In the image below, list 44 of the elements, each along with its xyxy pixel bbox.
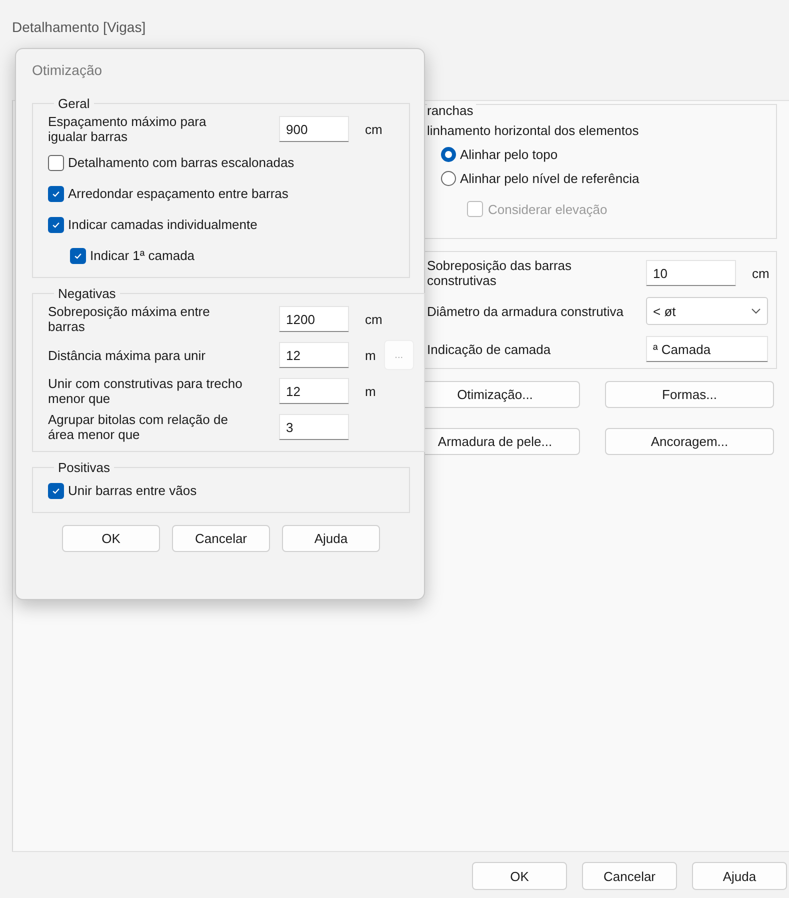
dialog-button[interactable]: OK [62,525,160,552]
field-label: Indicação de camada [427,342,552,356]
input-field[interactable]: 1200 [279,306,349,332]
input-field[interactable]: 900 [279,116,349,142]
field-label: Sobreposição das barras construtivas [427,258,573,288]
field-label: Unir com construtivas para trecho menor que [48,376,244,406]
dialog-button[interactable]: Cancelar [172,525,270,552]
dialog-title: Otimização [32,62,104,78]
footer-button[interactable]: OK [472,862,567,890]
field-label: Diâmetro da armadura construtiva [427,304,625,318]
field-label: Agrupar bitolas com relação de área menor que [48,412,229,442]
input-field[interactable]: 3 [279,414,349,440]
checkbox-label: Considerar elevação [488,202,608,216]
checkbox-label: Indicar 1ª camada [90,248,195,263]
radio-label: Alinhar pelo nível de referência [460,171,640,186]
group-title: ranchas [427,103,476,118]
checkbox-label: Detalhamento com barras escalonadas [68,155,294,170]
input-field[interactable]: 12 [279,342,349,368]
group-title: Negativas [57,286,117,301]
input-field[interactable]: 10 [646,260,736,286]
unit-label: m [365,384,376,398]
unit-label: m [365,348,376,362]
unit-label: cm [365,312,382,326]
unit-label: cm [752,266,770,280]
input-field[interactable]: 12 [279,378,349,404]
radio-label: Alinhar pelo topo [460,147,558,162]
window-title: Detalhamento [Vigas] [12,19,146,35]
unit-label: cm [365,122,382,136]
field-label: Sobreposição máxima entre barras [48,304,211,334]
section-label: linhamento horizontal dos elementos [427,123,639,138]
field-label: Distância máxima para unir [48,348,207,362]
group-title: Positivas [57,460,112,475]
checkbox-label: Unir barras entre vãos [68,483,197,498]
dialog-button[interactable]: Ajuda [282,525,380,552]
checkbox-label: Indicar camadas individualmente [68,217,258,232]
footer-button[interactable]: Ajuda [692,862,787,890]
group-title: Geral [57,96,91,111]
input-field[interactable]: ª Camada [646,336,768,362]
dropdown[interactable]: < øt [646,297,768,325]
dialog-button[interactable]: Formas... [605,381,774,408]
footer-button[interactable]: Cancelar [582,862,677,890]
field-label: Espaçamento máximo para igualar barras [48,114,208,144]
checkbox-label: Arredondar espaçamento entre barras [68,186,288,201]
dialog-button[interactable]: Ancoragem... [605,428,774,455]
